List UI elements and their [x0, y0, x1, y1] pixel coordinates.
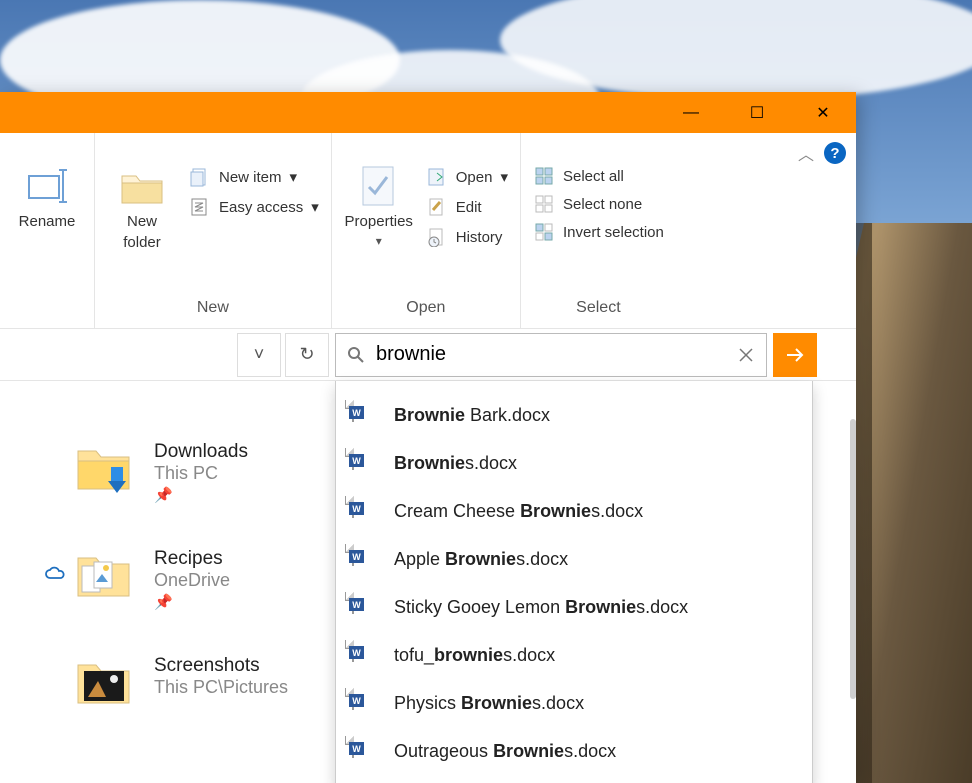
- quick-access-item[interactable]: DownloadsThis PC 📌: [0, 441, 335, 504]
- arrow-right-icon: [784, 344, 806, 366]
- properties-button[interactable]: Properties ▾: [340, 163, 418, 248]
- new-folder-button[interactable]: New folder: [103, 163, 181, 251]
- select-all-button[interactable]: Select all: [529, 165, 668, 187]
- refresh-button[interactable]: ↻: [285, 333, 329, 377]
- easy-access-icon: [189, 197, 211, 217]
- new-item-button[interactable]: New item ▾: [185, 165, 323, 189]
- folder-name: Screenshots: [154, 655, 288, 677]
- nav-row: ˅ ↻: [0, 329, 856, 381]
- address-dropdown-button[interactable]: ˅: [237, 333, 281, 377]
- search-suggestion[interactable]: W Physics Brownies.docx: [336, 679, 812, 727]
- select-none-icon: [533, 195, 555, 213]
- new-folder-icon: [118, 164, 166, 208]
- maximize-button[interactable]: ☐: [724, 92, 790, 133]
- quick-access-panel: DownloadsThis PC 📌 RecipesOneDrive 📌 Screens…: [0, 381, 335, 783]
- folder-path: This PC: [154, 463, 248, 484]
- select-all-icon: [533, 167, 555, 185]
- suggestion-text: tofu_brownies.docx: [394, 645, 555, 666]
- invert-selection-icon: [533, 223, 555, 241]
- search-suggestion[interactable]: Wtofu_brownies.docx: [336, 631, 812, 679]
- search-input[interactable]: [376, 334, 726, 376]
- history-icon: [426, 227, 448, 247]
- quick-access-item[interactable]: ScreenshotsThis PC\Pictures: [0, 655, 335, 705]
- new-group-label: New: [197, 293, 229, 325]
- select-group-label: Select: [576, 293, 620, 325]
- search-suggestion[interactable]: W Sticky Gooey Lemon Brownies.docx: [336, 583, 812, 631]
- pin-icon: 📌: [154, 486, 248, 504]
- word-doc-icon: W: [352, 449, 376, 477]
- word-doc-icon: W: [352, 689, 376, 717]
- invert-selection-button[interactable]: Invert selection: [529, 221, 668, 243]
- cloud-icon: [44, 566, 66, 582]
- file-explorer-window: — ☐ ✕ ︿ ? Rename: [0, 92, 856, 783]
- dropdown-icon: ▾: [290, 168, 298, 186]
- close-button[interactable]: ✕: [790, 92, 856, 133]
- edit-icon: [426, 197, 448, 217]
- dropdown-icon: ▾: [311, 198, 319, 216]
- content-area: DownloadsThis PC 📌 RecipesOneDrive 📌 Screens…: [0, 381, 856, 783]
- edit-button[interactable]: Edit: [422, 195, 512, 219]
- folder-icon: [74, 655, 134, 705]
- address-bar[interactable]: ˅ ↻: [0, 333, 335, 377]
- search-suggestion[interactable]: W Apple Brownies.docx: [336, 535, 812, 583]
- help-button[interactable]: ?: [824, 142, 846, 164]
- folder-name: Downloads: [154, 441, 248, 463]
- properties-icon: [357, 163, 401, 209]
- search-box[interactable]: [335, 333, 767, 377]
- suggestion-text: Brownie Bark.docx: [394, 405, 550, 426]
- scrollbar-thumb[interactable]: [850, 419, 856, 699]
- search-go-button[interactable]: [773, 333, 817, 377]
- minimize-button[interactable]: —: [658, 92, 724, 133]
- folder-path: OneDrive: [154, 570, 230, 591]
- new-item-icon: [189, 167, 211, 187]
- open-icon: [426, 167, 448, 187]
- select-none-button[interactable]: Select none: [529, 193, 668, 215]
- rename-button[interactable]: Rename: [8, 163, 86, 230]
- clear-search-button[interactable]: [726, 348, 766, 362]
- collapse-ribbon-icon[interactable]: ︿: [798, 141, 814, 165]
- ribbon: ︿ ? Rename .: [0, 133, 856, 329]
- suggestion-text: Brownies.docx: [394, 453, 517, 474]
- rename-icon: [25, 166, 69, 206]
- word-doc-icon: W: [352, 401, 376, 429]
- suggestion-text: Physics Brownies.docx: [394, 693, 584, 714]
- history-button[interactable]: History: [422, 225, 512, 249]
- search-suggestion[interactable]: W Brownies.docx: [336, 439, 812, 487]
- folder-path: This PC\Pictures: [154, 677, 288, 698]
- word-doc-icon: W: [352, 497, 376, 525]
- word-doc-icon: W: [352, 593, 376, 621]
- search-suggestion[interactable]: W Outrageous Brownies.docx: [336, 727, 812, 775]
- search-suggestions-dropdown: W Brownie Bark.docx W Brownies.docx W Cream C…: [335, 381, 813, 783]
- new-folder-label1: New: [127, 213, 157, 230]
- search-suggestion[interactable]: W Cream Cheese Brownies.docx: [336, 487, 812, 535]
- pin-icon: 📌: [154, 593, 230, 611]
- title-bar: — ☐ ✕: [0, 92, 856, 133]
- word-doc-icon: W: [352, 737, 376, 765]
- suggestion-text: Cream Cheese Brownies.docx: [394, 501, 643, 522]
- rename-label: Rename: [19, 213, 76, 230]
- dropdown-icon: ▾: [376, 234, 382, 248]
- suggestion-text: Apple Brownies.docx: [394, 549, 568, 570]
- quick-access-item[interactable]: RecipesOneDrive 📌: [0, 548, 335, 611]
- search-suggestion[interactable]: W Brownie Bark.docx: [336, 391, 812, 439]
- properties-label: Properties: [345, 213, 413, 230]
- new-folder-label2: folder: [123, 234, 161, 251]
- suggestion-text: Sticky Gooey Lemon Brownies.docx: [394, 597, 688, 618]
- open-group-label: Open: [406, 293, 445, 325]
- search-icon: [336, 346, 376, 364]
- open-button[interactable]: Open ▾: [422, 165, 512, 189]
- dropdown-icon: ▾: [500, 168, 508, 186]
- word-doc-icon: W: [352, 545, 376, 573]
- folder-icon: [74, 441, 134, 491]
- suggestion-text: Outrageous Brownies.docx: [394, 741, 616, 762]
- word-doc-icon: W: [352, 641, 376, 669]
- folder-icon: [74, 548, 134, 598]
- folder-name: Recipes: [154, 548, 230, 570]
- easy-access-button[interactable]: Easy access ▾: [185, 195, 323, 219]
